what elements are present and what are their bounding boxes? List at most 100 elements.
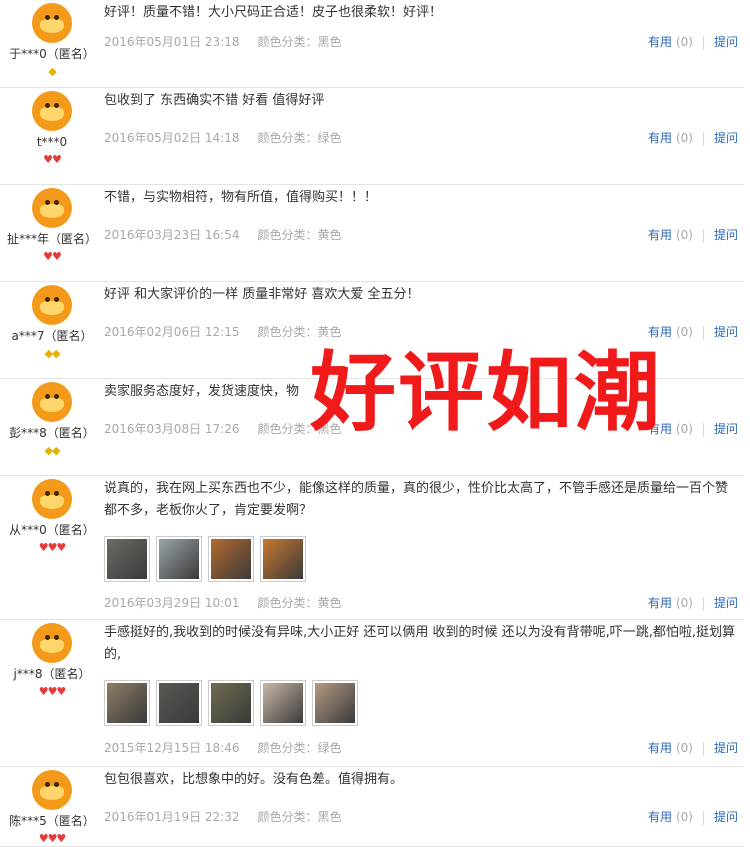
ask-question-link[interactable]: 提问	[714, 131, 738, 145]
review-text: 好评 和大家评价的一样 质量非常好 喜欢大爱 全五分！	[104, 287, 420, 302]
red-heart-level-badge-icon: ♥♥♥	[38, 541, 67, 554]
red-heart-level-badge-icon: ♥♥	[43, 250, 62, 263]
avatar	[32, 770, 72, 810]
gold-level-badge-icon: ◆	[48, 65, 56, 78]
review-date: 2016年03月08日 17:26	[104, 422, 240, 436]
review-actions: 有用 (0) 提问	[648, 33, 738, 50]
color-option-value: 黑色	[317, 35, 342, 49]
color-option-label: 颜色分类：	[257, 810, 318, 824]
useful-count: (0)	[675, 596, 693, 610]
color-option-value: 黄色	[317, 228, 342, 242]
reviewer-name: a***7（匿名）	[11, 329, 93, 343]
color-option-value: 绿色	[317, 741, 342, 755]
review-content: 好评！质量不错！大小尺码正合适！皮子也很柔软！好评！ 2016年05月01日 23…	[104, 0, 738, 88]
review-photo-thumbnail[interactable]	[104, 680, 150, 726]
review-date: 2016年01月19日 22:32	[104, 810, 240, 824]
color-option-label: 颜色分类：	[257, 422, 318, 436]
review-photo-thumbnail[interactable]	[312, 680, 358, 726]
color-option-value: 绿色	[317, 131, 342, 145]
review-text: 手感挺好的,我收到的时候没有异味,大小正好 还可以俩用 收到的时候 还以为没有背…	[104, 625, 736, 662]
useful-button[interactable]: 有用	[648, 596, 672, 610]
color-option: 颜色分类：黄色	[257, 228, 341, 242]
reviewer-name: 扯***年（匿名）	[6, 232, 97, 246]
color-option-label: 颜色分类：	[257, 35, 318, 49]
color-option-label: 颜色分类：	[257, 741, 318, 755]
review-photos	[104, 680, 358, 726]
review-text: 说真的，我在网上买东西也不少，能像这样的质量，真的很少，性价比太高了，不管手感还…	[104, 481, 729, 518]
color-option: 颜色分类：绿色	[257, 741, 341, 755]
review-item: 于***0（匿名） ◆ 好评！质量不错！大小尺码正合适！皮子也很柔软！好评！ 2016…	[0, 0, 744, 88]
avatar	[32, 382, 72, 422]
divider	[702, 35, 704, 50]
reviewer-info: 扯***年（匿名） ♥♥	[0, 185, 104, 263]
review-meta: 2016年03月29日 10:01 颜色分类：黄色	[104, 594, 342, 611]
review-content: 包包很喜欢，比想象中的好。没有色差。值得拥有。 2016年01月19日 22:32…	[104, 767, 738, 847]
avatar	[32, 623, 72, 663]
useful-button[interactable]: 有用	[648, 325, 672, 339]
ask-question-link[interactable]: 提问	[714, 741, 738, 755]
reviewer-info: a***7（匿名） ◆◆	[0, 282, 104, 360]
review-photo-thumbnail[interactable]	[260, 536, 306, 582]
reviewer-name: 于***0（匿名）	[9, 47, 95, 61]
ask-question-link[interactable]: 提问	[714, 35, 738, 49]
color-option: 颜色分类：黑色	[257, 35, 341, 49]
review-date: 2015年12月15日 18:46	[104, 741, 240, 755]
divider	[702, 228, 704, 243]
review-content: 不错，与实物相符，物有所值，值得购买！！！ 2016年03月23日 16:54 颜色…	[104, 185, 738, 282]
gold-level-badge-icon: ◆◆	[44, 347, 61, 360]
reviewer-info: 从***0（匿名） ♥♥♥	[0, 476, 104, 554]
color-option-label: 颜色分类：	[257, 131, 318, 145]
review-photo-thumbnail[interactable]	[260, 680, 306, 726]
review-item: 从***0（匿名） ♥♥♥ 说真的，我在网上买东西也不少，能像这样的质量，真的很少，…	[0, 476, 744, 620]
useful-button[interactable]: 有用	[648, 810, 672, 824]
color-option-value: 黄色	[317, 325, 342, 339]
review-content: 手感挺好的,我收到的时候没有异味,大小正好 还可以俩用 收到的时候 还以为没有背…	[104, 620, 738, 767]
review-photo-thumbnail[interactable]	[208, 536, 254, 582]
review-date: 2016年05月02日 14:18	[104, 131, 240, 145]
divider	[702, 810, 704, 825]
review-photo-thumbnail[interactable]	[208, 680, 254, 726]
reviewer-info: 彭***8（匿名） ◆◆	[0, 379, 104, 457]
useful-count: (0)	[675, 131, 693, 145]
useful-count: (0)	[675, 422, 693, 436]
review-actions: 有用 (0) 提问	[648, 808, 738, 825]
ask-question-link[interactable]: 提问	[714, 596, 738, 610]
avatar	[32, 91, 72, 131]
review-text: 不错，与实物相符，物有所值，值得购买！！！	[104, 190, 378, 205]
useful-button[interactable]: 有用	[648, 228, 672, 242]
review-meta: 2016年03月23日 16:54 颜色分类：黄色	[104, 226, 342, 243]
review-actions: 有用 (0) 提问	[648, 129, 738, 146]
useful-button[interactable]: 有用	[648, 741, 672, 755]
useful-count: (0)	[675, 325, 693, 339]
useful-button[interactable]: 有用	[648, 131, 672, 145]
review-date: 2016年03月23日 16:54	[104, 228, 240, 242]
avatar	[32, 188, 72, 228]
review-content: 包收到了 东西确实不错 好看 值得好评 2016年05月02日 14:18 颜色分类…	[104, 88, 738, 185]
reviewer-name: j***8（匿名）	[13, 667, 91, 681]
avatar	[32, 479, 72, 519]
ask-question-link[interactable]: 提问	[714, 810, 738, 824]
ask-question-link[interactable]: 提问	[714, 325, 738, 339]
review-meta: 2016年01月19日 22:32 颜色分类：黑色	[104, 808, 342, 825]
review-text: 包包很喜欢，比想象中的好。没有色差。值得拥有。	[104, 772, 404, 787]
review-meta: 2016年05月01日 23:18 颜色分类：黑色	[104, 33, 342, 50]
color-option: 颜色分类：黑色	[257, 810, 341, 824]
color-option-label: 颜色分类：	[257, 228, 318, 242]
review-photo-thumbnail[interactable]	[156, 536, 202, 582]
review-meta: 2015年12月15日 18:46 颜色分类：绿色	[104, 739, 342, 756]
reviewer-info: j***8（匿名） ♥♥♥	[0, 620, 104, 698]
review-actions: 有用 (0) 提问	[648, 226, 738, 243]
color-option-label: 颜色分类：	[257, 325, 318, 339]
review-photo-thumbnail[interactable]	[104, 536, 150, 582]
ask-question-link[interactable]: 提问	[714, 422, 738, 436]
reviewer-info: 陈***5（匿名） ♥♥♥	[0, 767, 104, 845]
divider	[702, 741, 704, 756]
divider	[702, 131, 704, 146]
review-photo-thumbnail[interactable]	[156, 680, 202, 726]
review-date: 2016年05月01日 23:18	[104, 35, 240, 49]
color-option: 颜色分类：绿色	[257, 131, 341, 145]
review-content: 说真的，我在网上买东西也不少，能像这样的质量，真的很少，性价比太高了，不管手感还…	[104, 476, 738, 620]
review-meta: 2016年05月02日 14:18 颜色分类：绿色	[104, 129, 342, 146]
ask-question-link[interactable]: 提问	[714, 228, 738, 242]
useful-button[interactable]: 有用	[648, 35, 672, 49]
